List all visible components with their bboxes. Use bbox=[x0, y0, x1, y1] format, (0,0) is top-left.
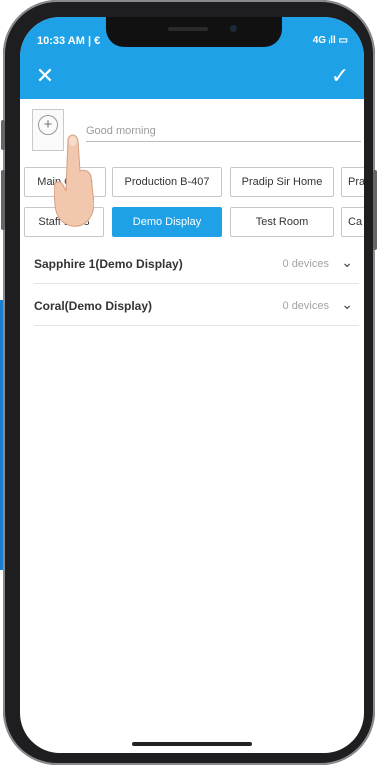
chevron-down-icon[interactable]: ⌄ bbox=[341, 296, 353, 313]
close-icon[interactable]: ✕ bbox=[34, 65, 56, 87]
app-screen: 10:33 AM | € 4G ᵢll ▭ ✕ ✓ + Good morning… bbox=[20, 17, 364, 753]
tap-gesture-icon bbox=[54, 134, 94, 227]
check-icon[interactable]: ✓ bbox=[328, 65, 352, 87]
speaker-grill bbox=[168, 27, 208, 31]
group-name: Coral(Demo Display) bbox=[34, 299, 153, 313]
camera-icon bbox=[230, 25, 237, 32]
room-chip-partial-2[interactable]: Ca bbox=[341, 207, 364, 237]
room-chip-partial[interactable]: Pra bbox=[341, 167, 364, 197]
room-chip-production[interactable]: Production B-407 bbox=[112, 167, 222, 197]
volume-button bbox=[1, 120, 5, 150]
greeting-input[interactable]: Good morning bbox=[86, 121, 361, 142]
room-chip-demo-display[interactable]: Demo Display bbox=[112, 207, 222, 237]
device-count: 0 devices bbox=[282, 258, 329, 270]
group-name: Sapphire 1(Demo Display) bbox=[34, 257, 183, 271]
group-row[interactable]: Coral(Demo Display) 0 devices ⌄ bbox=[34, 293, 359, 326]
status-time: 10:33 AM | € bbox=[37, 35, 101, 47]
phone-notch bbox=[106, 17, 282, 47]
phone-frame: 10:33 AM | € 4G ᵢll ▭ ✕ ✓ + Good morning… bbox=[1, 0, 377, 765]
status-indicators: 4G ᵢll ▭ bbox=[312, 35, 348, 46]
home-indicator bbox=[132, 742, 252, 746]
power-button bbox=[373, 170, 377, 250]
group-row[interactable]: Sapphire 1(Demo Display) 0 devices ⌄ bbox=[34, 251, 359, 284]
volume-button bbox=[1, 170, 5, 230]
room-chip-test-room[interactable]: Test Room bbox=[230, 207, 334, 237]
room-chip-pradip-home[interactable]: Pradip Sir Home bbox=[230, 167, 334, 197]
chevron-down-icon[interactable]: ⌄ bbox=[341, 254, 353, 271]
plus-icon: + bbox=[38, 115, 58, 135]
device-count: 0 devices bbox=[282, 300, 329, 312]
